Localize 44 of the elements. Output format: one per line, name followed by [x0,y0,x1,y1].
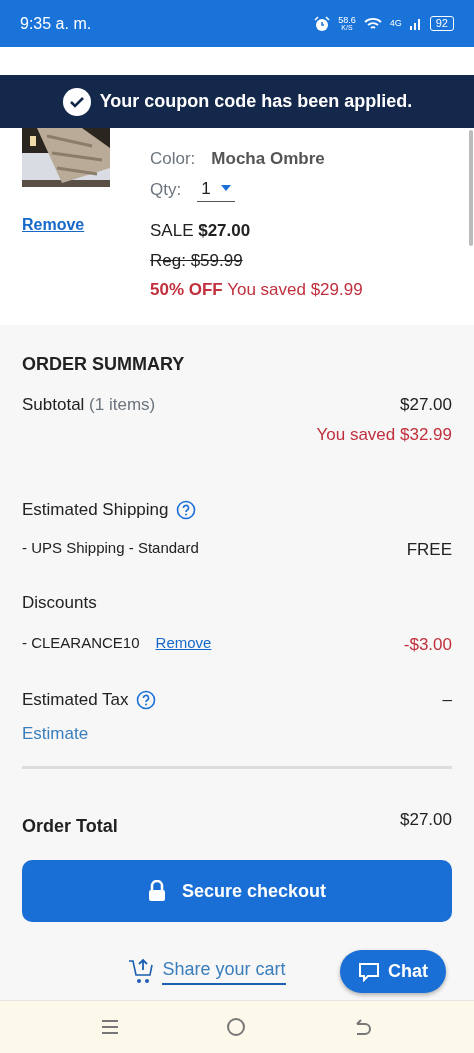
discounts-label: Discounts [22,592,97,614]
chat-button[interactable]: Chat [340,950,446,993]
chat-icon [358,961,380,982]
checkout-button[interactable]: Secure checkout [22,860,452,922]
summary-title: ORDER SUMMARY [22,353,186,376]
discount-savings: 50% OFF You saved $29.99 [150,279,363,301]
menu-icon[interactable] [101,1019,120,1035]
toast-message: Your coupon code has been applied. [99,90,413,113]
alarm-icon [314,15,331,32]
wifi-icon [363,16,382,31]
shipping-value: FREE [406,538,452,561]
signal-icon [409,17,422,30]
cart-icon [128,956,155,985]
quantity-dropdown[interactable]: 1 [197,175,236,202]
tax-label: Estimated Tax [22,689,129,711]
remove-link[interactable]: Remove [22,213,85,237]
discount-value: -$3.00 [403,633,452,656]
color-label: Color: [150,148,196,170]
lock-icon [147,880,166,902]
shipping-label: Estimated Shipping [22,499,169,521]
network-speed: 58.6 [338,15,356,24]
shipping-method: - UPS Shipping - Standard [22,537,199,558]
network-type: 4G [389,16,402,30]
tax-value: – [442,689,452,711]
sale-price: SALE $27.00 [150,220,252,242]
home-icon[interactable] [226,1017,246,1037]
order-total-value: $27.00 [400,809,452,831]
subtotal-savings: You saved $32.99 [316,423,452,446]
check-icon [61,86,92,117]
estimate-link[interactable]: Estimate [22,720,89,746]
caret-icon [221,185,232,192]
remove-coupon-link[interactable]: Remove [155,631,212,654]
battery-level: 92 [429,16,454,31]
coupon-code: - CLEARANCE10 [22,632,140,653]
share-cart-link[interactable]: Share your cart [128,956,286,985]
color-value: Mocha Ombre [211,148,325,170]
order-total-label: Order Total [22,815,118,838]
regular-price: Reg: $59.99 [150,249,244,272]
status-time: 9:35 a. m. [20,13,92,34]
help-icon[interactable] [176,499,197,520]
subtotal-label: Subtotal (1 items) [22,394,156,416]
qty-label: Qty: [150,178,182,201]
subtotal-value: $27.00 [400,394,452,416]
help-icon[interactable] [136,689,157,710]
